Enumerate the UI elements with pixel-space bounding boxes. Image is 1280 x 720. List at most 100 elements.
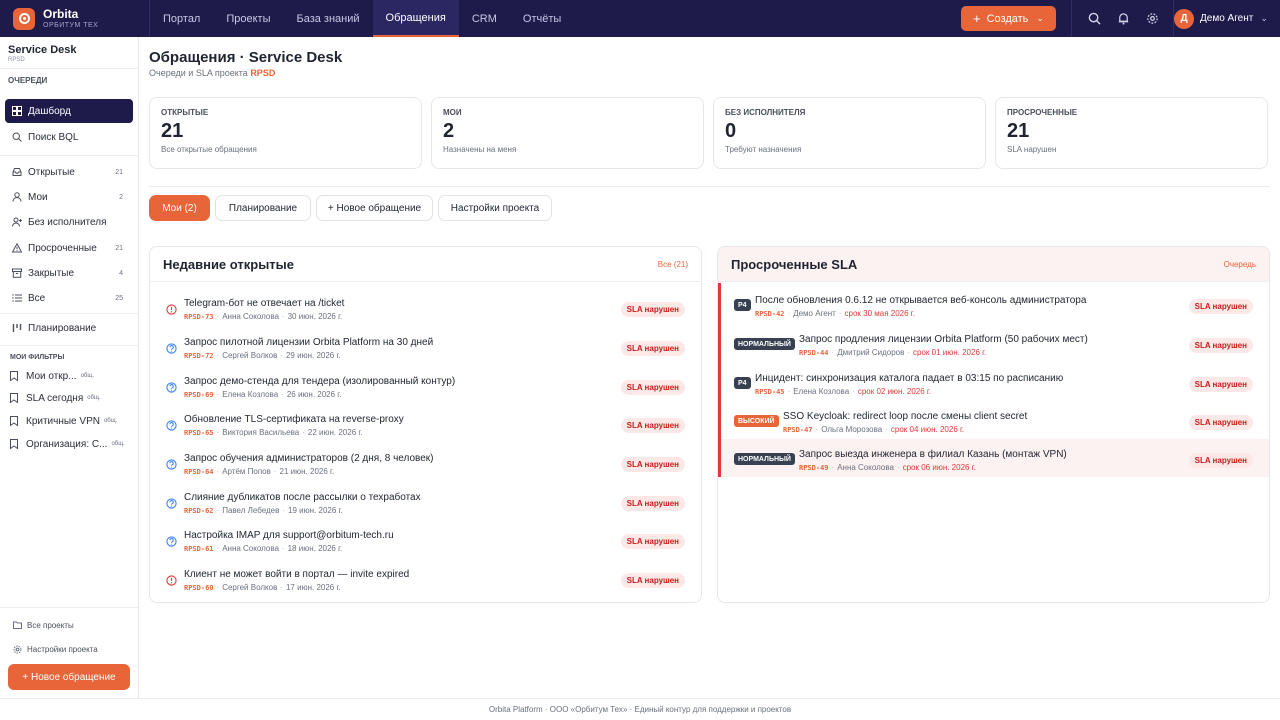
- filter-tag: общ.: [87, 395, 101, 401]
- filter-item[interactable]: Организация: С... общ.: [10, 434, 135, 454]
- sidebar-divider: [0, 607, 138, 608]
- view-all-link[interactable]: Все (21): [658, 260, 688, 269]
- ticket-row[interactable]: Запрос пилотной лицензии Orbita Platform…: [150, 331, 701, 369]
- all-projects-link[interactable]: Все проекты: [13, 618, 74, 632]
- nav-knowledge-base[interactable]: База знаний: [284, 0, 373, 37]
- sidebar-item-dashboard[interactable]: Дашборд: [5, 99, 133, 123]
- tab-planning[interactable]: Планирование: [215, 195, 311, 221]
- stat-label: ОТКРЫТЫЕ: [161, 108, 209, 117]
- brand-subtitle: ОРБИТУМ ТЕХ: [43, 21, 99, 29]
- ticket-meta: RPSD-69 · Елена Козлова · 26 июн. 2026 г.: [184, 390, 342, 399]
- ticket-code[interactable]: RPSD-72: [184, 352, 214, 360]
- priority-badge: P4: [734, 377, 751, 389]
- filter-tag: общ.: [111, 441, 125, 447]
- ticket-due: срок 06 июн. 2026 г.: [902, 463, 976, 472]
- ticket-code[interactable]: RPSD-61: [184, 545, 214, 553]
- chevron-down-icon: ⌄: [1036, 13, 1044, 23]
- ticket-code[interactable]: RPSD-62: [184, 507, 214, 515]
- overdue-row[interactable]: НОРМАЛЬНЫЙ Запрос выезда инженера в фили…: [721, 439, 1269, 477]
- ticket-meta: RPSD-60 · Сергей Волков · 17 июн. 2026 г.: [184, 583, 341, 592]
- ticket-person: Елена Козлова: [793, 387, 850, 396]
- filter-item[interactable]: Критичные VPN общ.: [10, 411, 135, 431]
- overdue-sla-panel: Просроченные SLA Очередь P4 После обновл…: [717, 246, 1270, 603]
- priority-badge: ВЫСОКИЙ: [734, 415, 779, 427]
- project-code-link[interactable]: RPSD: [250, 68, 275, 78]
- overdue-row[interactable]: НОРМАЛЬНЫЙ Запрос продления лицензии Orb…: [721, 328, 1269, 366]
- ticket-code[interactable]: RPSD-64: [184, 468, 214, 476]
- ticket-row[interactable]: Обновление TLS-сертификата на reverse-pr…: [150, 408, 701, 446]
- sidebar-item-planning[interactable]: Планирование: [5, 316, 133, 340]
- user-plus-icon: [11, 217, 22, 228]
- sidebar-divider: [0, 155, 138, 156]
- ticket-code[interactable]: RPSD-47: [783, 426, 813, 434]
- stat-label: МОИ: [443, 108, 462, 117]
- panel-header: Просроченные SLA Очередь: [718, 247, 1269, 282]
- sidebar-item-open[interactable]: Открытые 21: [5, 160, 133, 184]
- queue-link[interactable]: Очередь: [1224, 260, 1256, 269]
- ticket-code[interactable]: RPSD-65: [184, 429, 214, 437]
- project-settings-link[interactable]: Настройки проекта: [13, 642, 98, 656]
- sla-badge: SLA нарушен: [620, 496, 685, 511]
- sla-badge: SLA нарушен: [1188, 299, 1253, 314]
- bell-icon[interactable]: [1109, 4, 1138, 33]
- stat-card-mine[interactable]: МОИ 2 Назначены на меня: [431, 97, 704, 169]
- sidebar-item-closed[interactable]: Закрытые 4: [5, 261, 133, 285]
- ticket-code[interactable]: RPSD-44: [799, 349, 829, 357]
- bookmark-icon: [10, 393, 20, 403]
- ticket-meta: RPSD-49 · Анна Соколова · срок 06 июн. 2026 …: [799, 463, 976, 472]
- stat-card-unassigned[interactable]: БЕЗ ИСПОЛНИТЕЛЯ 0 Требуют назначения: [713, 97, 986, 169]
- nav-tickets[interactable]: Обращения: [372, 0, 459, 37]
- ticket-code[interactable]: RPSD-69: [184, 391, 214, 399]
- ticket-title: После обновления 0.6.12 не открывается в…: [755, 295, 1087, 306]
- nav-projects[interactable]: Проекты: [213, 0, 283, 37]
- bookmark-icon: [10, 371, 20, 381]
- sidebar-item-mine[interactable]: Мои 2: [5, 185, 133, 209]
- gear-icon: [13, 645, 23, 654]
- ticket-code[interactable]: RPSD-73: [184, 313, 214, 321]
- project-title: Service Desk: [8, 44, 77, 56]
- ticket-row[interactable]: Telegram-бот не отвечает на /ticket RPSD…: [150, 292, 701, 330]
- sidebar-item-label: Дашборд: [28, 105, 71, 117]
- gear-icon[interactable]: [1138, 4, 1167, 33]
- stat-value: 21: [1007, 120, 1030, 142]
- sidebar-item-label: Без исполнителя: [28, 216, 107, 228]
- stat-card-open[interactable]: ОТКРЫТЫЕ 21 Все открытые обращения: [149, 97, 422, 169]
- overdue-row[interactable]: ВЫСОКИЙ SSO Keycloak: redirect loop посл…: [721, 405, 1269, 443]
- user-menu[interactable]: Д Демо Агент ⌄: [1173, 0, 1268, 37]
- tab-project-settings[interactable]: Настройки проекта: [438, 195, 552, 221]
- ticket-code[interactable]: RPSD-45: [755, 388, 785, 396]
- brand[interactable]: Orbita ОРБИТУМ ТЕХ: [0, 0, 150, 37]
- priority-badge: P4: [734, 299, 751, 311]
- tab-mine[interactable]: Мои (2): [149, 195, 210, 221]
- sla-badge: SLA нарушен: [1188, 377, 1253, 392]
- new-ticket-button[interactable]: + Новое обращение: [8, 664, 130, 690]
- create-button[interactable]: + Создать ⌄: [961, 6, 1056, 31]
- nav-portal[interactable]: Портал: [150, 0, 213, 37]
- ticket-row[interactable]: Запрос обучения администраторов (2 дня, …: [150, 447, 701, 485]
- nav-reports[interactable]: Отчёты: [510, 0, 574, 37]
- priority-badge: НОРМАЛЬНЫЙ: [734, 338, 795, 350]
- stat-card-overdue[interactable]: ПРОСРОЧЕННЫЕ 21 SLA нарушен: [995, 97, 1268, 169]
- sidebar-item-all[interactable]: Все 25: [5, 286, 133, 310]
- ticket-row[interactable]: Клиент не может войти в портал — invite …: [150, 563, 701, 601]
- ticket-row[interactable]: Настройка IMAP для support@orbitum-tech.…: [150, 524, 701, 562]
- search-icon[interactable]: [1080, 4, 1109, 33]
- ticket-row[interactable]: Запрос демо-стенда для тендера (изолиров…: [150, 370, 701, 408]
- ticket-code[interactable]: RPSD-60: [184, 584, 214, 592]
- ticket-code[interactable]: RPSD-42: [755, 310, 785, 318]
- nav-crm[interactable]: CRM: [459, 0, 510, 37]
- alert-circle-icon: [166, 575, 177, 586]
- ticket-meta: RPSD-64 · Артём Попов · 21 июн. 2026 г.: [184, 467, 335, 476]
- ticket-row[interactable]: Слияние дубликатов после рассылки о техр…: [150, 486, 701, 524]
- filter-item[interactable]: SLA сегодня общ.: [10, 388, 135, 408]
- filter-item[interactable]: Мои откр... общ.: [10, 366, 135, 386]
- sidebar-item-overdue[interactable]: Просроченные 21: [5, 236, 133, 260]
- sidebar-item-search-bql[interactable]: Поиск BQL: [5, 125, 133, 149]
- stat-label: БЕЗ ИСПОЛНИТЕЛЯ: [725, 108, 806, 117]
- tab-new-ticket[interactable]: + Новое обращение: [316, 195, 433, 221]
- ticket-code[interactable]: RPSD-49: [799, 464, 829, 472]
- sidebar-item-unassigned[interactable]: Без исполнителя: [5, 210, 133, 234]
- overdue-row[interactable]: P4 Инцидент: синхронизация каталога пада…: [721, 367, 1269, 405]
- overdue-row[interactable]: P4 После обновления 0.6.12 не открываетс…: [721, 289, 1269, 327]
- ticket-person: Ольга Морозова: [821, 425, 883, 434]
